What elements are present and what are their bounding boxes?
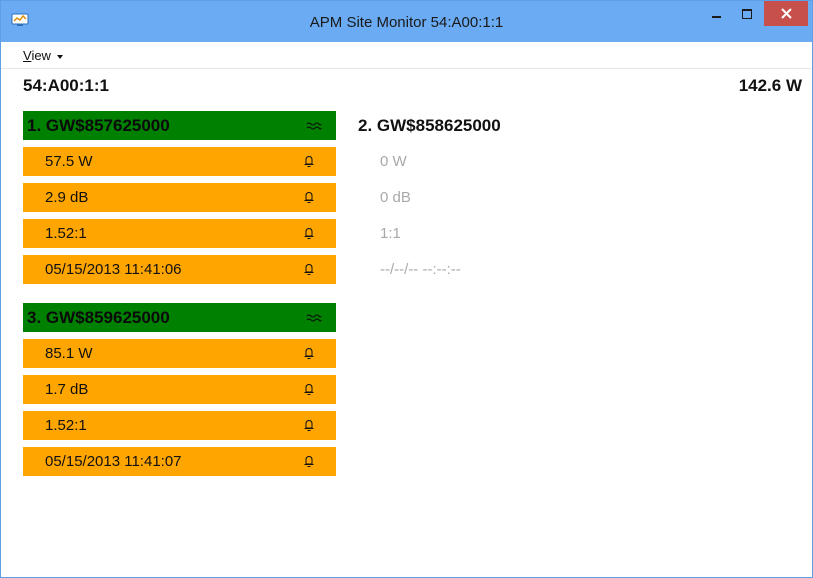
signal-wave-icon [306, 121, 322, 131]
channel-vswr-value: 1.52:1 [45, 225, 87, 242]
channel-return-loss-row[interactable]: 2.9 dB [23, 183, 336, 212]
channel-panel: 1. GW$857625000 57.5 W 2.9 dB 1.52:1 05/… [23, 111, 336, 284]
channel-panel: 2. GW$858625000 0 W 0 dB 1:1 --/--/-- --… [344, 111, 657, 284]
app-window: APM Site Monitor 54:A00:1:1 View 54:A00:… [0, 0, 813, 578]
maximize-icon [742, 8, 752, 19]
alarm-bell-icon [303, 347, 315, 360]
channel-return-loss-row[interactable]: 1.7 dB [23, 375, 336, 404]
channel-vswr-row[interactable]: 1.52:1 [23, 219, 336, 248]
channel-vswr-row[interactable]: 1:1 [344, 219, 657, 248]
channel-timestamp-row[interactable]: 05/15/2013 11:41:07 [23, 447, 336, 476]
maximize-button[interactable] [732, 1, 762, 26]
total-power: 142.6 W [738, 76, 802, 95]
channel-label: 3. GW$859625000 [27, 307, 170, 327]
alarm-bell-icon [303, 227, 315, 240]
menu-view-label: iew [31, 48, 51, 63]
window-title: APM Site Monitor 54:A00:1:1 [309, 14, 504, 31]
channel-timestamp-row[interactable]: 05/15/2013 11:41:06 [23, 255, 336, 284]
channel-label: 1. GW$857625000 [27, 115, 170, 135]
menu-bar: View [1, 42, 812, 69]
channel-power-value: 0 W [380, 153, 407, 170]
channel-panel: 3. GW$859625000 85.1 W 1.7 dB 1.52:1 05/… [23, 303, 336, 476]
channel-power-row[interactable]: 57.5 W [23, 147, 336, 176]
channel-header[interactable]: 3. GW$859625000 [23, 303, 336, 332]
chevron-down-icon [56, 54, 63, 59]
minimize-button[interactable] [701, 1, 731, 26]
channel-timestamp-value: --/--/-- --:--:-- [380, 261, 461, 278]
channel-header[interactable]: 2. GW$858625000 [344, 111, 657, 140]
channel-header[interactable]: 1. GW$857625000 [23, 111, 336, 140]
alarm-bell-icon [303, 155, 315, 168]
minimize-icon [711, 10, 721, 18]
title-bar[interactable]: APM Site Monitor 54:A00:1:1 [1, 1, 812, 42]
channel-power-value: 57.5 W [45, 153, 93, 170]
channel-timestamp-row[interactable]: --/--/-- --:--:-- [344, 255, 657, 284]
channel-timestamp-value: 05/15/2013 11:41:06 [45, 261, 182, 278]
channel-return-loss-row[interactable]: 0 dB [344, 183, 657, 212]
menu-view[interactable]: View [23, 48, 63, 63]
signal-wave-icon [306, 313, 322, 323]
alarm-bell-icon [303, 383, 315, 396]
channel-return-loss-value: 1.7 dB [45, 381, 89, 398]
alarm-bell-icon [303, 263, 315, 276]
site-id: 54:A00:1:1 [23, 76, 109, 95]
channel-return-loss-value: 0 dB [380, 189, 411, 206]
channel-vswr-value: 1:1 [380, 225, 401, 242]
close-button[interactable] [764, 1, 808, 26]
close-icon [780, 8, 792, 19]
channel-power-row[interactable]: 85.1 W [23, 339, 336, 368]
channel-vswr-row[interactable]: 1.52:1 [23, 411, 336, 440]
channel-return-loss-value: 2.9 dB [45, 189, 89, 206]
channel-timestamp-value: 05/15/2013 11:41:07 [45, 453, 182, 470]
channel-label: 2. GW$858625000 [358, 115, 501, 135]
alarm-bell-icon [303, 419, 315, 432]
channel-power-row[interactable]: 0 W [344, 147, 657, 176]
alarm-bell-icon [303, 455, 315, 468]
channel-vswr-value: 1.52:1 [45, 417, 87, 434]
channel-power-value: 85.1 W [45, 345, 93, 362]
alarm-bell-icon [303, 191, 315, 204]
